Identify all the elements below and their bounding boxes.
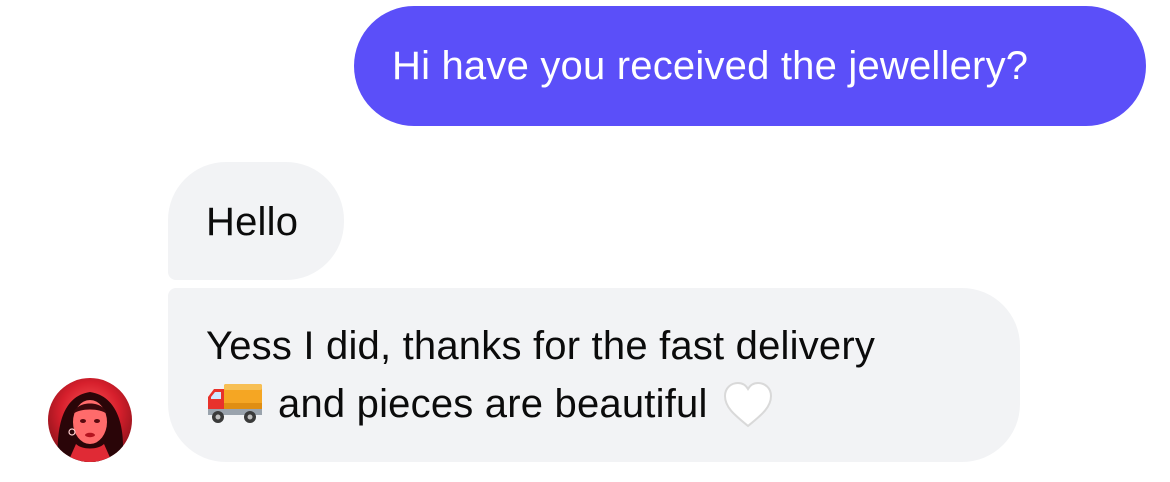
white-heart-icon: [722, 381, 774, 429]
message-text: and pieces are beautiful: [278, 382, 708, 426]
message-text: Hello: [206, 200, 299, 244]
chat-thread: Hi have you received the jewellery? Hell…: [0, 0, 1170, 482]
delivery-truck-icon: [206, 381, 264, 425]
incoming-message-bubble[interactable]: Hello: [168, 162, 344, 280]
incoming-message-bubble[interactable]: Yess I did, thanks for the fast delivery: [168, 288, 1020, 462]
message-text-line: and pieces are beautiful: [206, 375, 1020, 433]
outgoing-message-bubble[interactable]: Hi have you received the jewellery?: [354, 6, 1146, 126]
message-text: Hi have you received the jewellery?: [392, 44, 1029, 88]
contact-avatar[interactable]: [48, 378, 132, 462]
message-text: Yess I did, thanks for the fast delivery: [206, 324, 876, 368]
